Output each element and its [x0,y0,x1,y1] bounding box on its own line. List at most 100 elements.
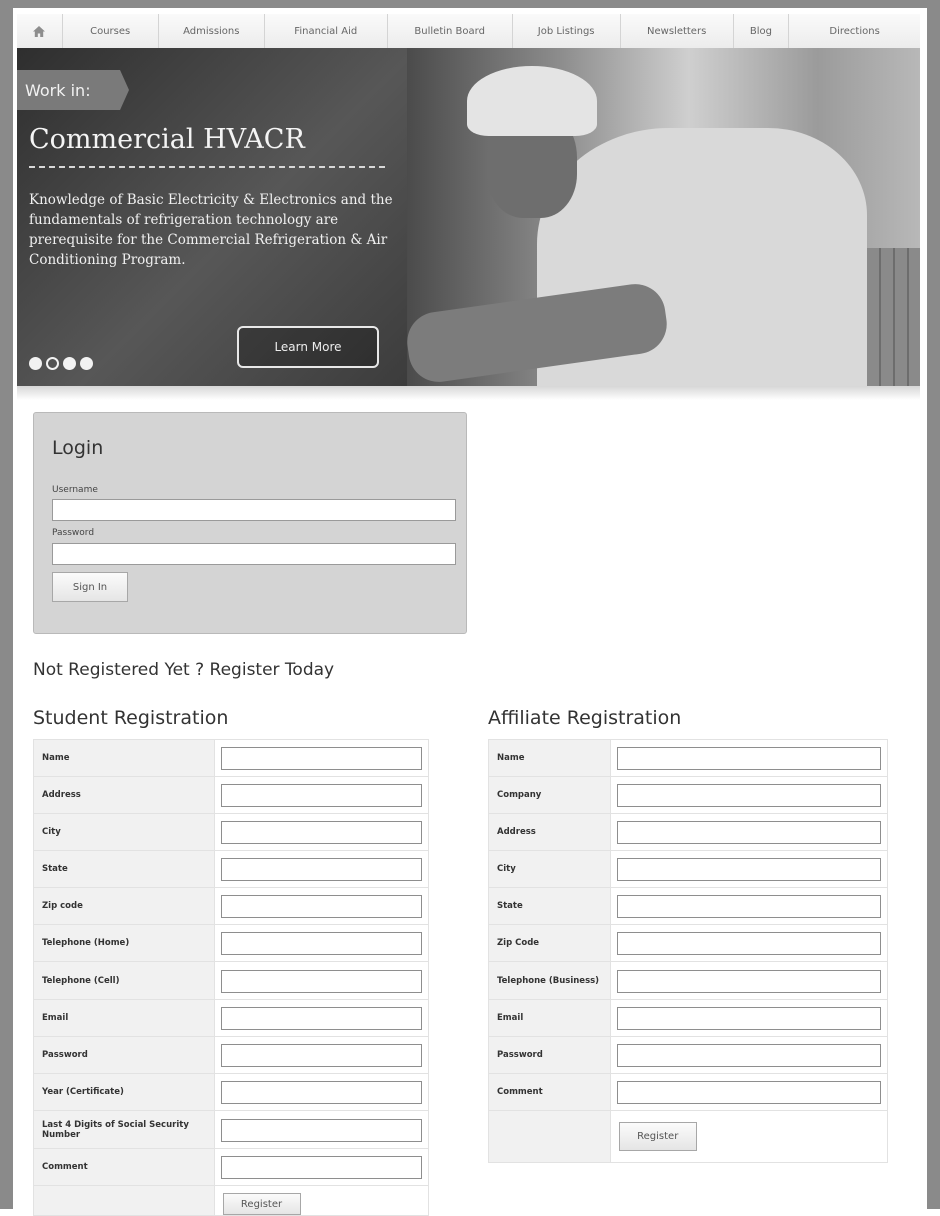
student-register-button[interactable]: Register [222,1193,301,1215]
form-row: Password [488,1036,889,1074]
field-label: Comment [488,1073,611,1111]
affiliate-state-input[interactable] [616,895,881,918]
field-label: City [488,850,611,888]
register-heading: Not Registered Yet ? Register Today [33,660,335,680]
affiliate-city-input[interactable] [616,858,881,881]
affiliate-company-input[interactable] [616,784,881,807]
password-label: Password [52,528,95,538]
form-row: Telephone (Business) [488,961,889,1000]
form-row: Name [33,739,430,777]
form-row: City [33,813,430,851]
slide-dot-1[interactable] [29,357,42,370]
student-comment-input[interactable] [220,1156,422,1179]
nav-item-financial-aid[interactable]: Financial Aid [265,14,388,48]
student-registration-title: Student Registration [33,707,229,729]
student-zip-input[interactable] [220,895,422,918]
form-row: Zip code [33,887,430,925]
student-address-input[interactable] [220,784,422,807]
nav-item-blog[interactable]: Blog [734,14,790,48]
affiliate-comment-input[interactable] [616,1081,881,1104]
field-label: Zip Code [488,924,611,962]
student-password-input[interactable] [220,1044,422,1067]
field-label: Name [488,739,611,777]
affiliate-address-input[interactable] [616,821,881,844]
affiliate-registration-title: Affiliate Registration [488,707,682,729]
affiliate-name-input[interactable] [616,747,881,770]
login-panel: Login Username Password Sign In [33,412,467,634]
nav-item-bulletin-board[interactable]: Bulletin Board [388,14,513,48]
student-city-input[interactable] [220,821,422,844]
form-row: State [488,887,889,925]
form-row: State [33,850,430,888]
student-phone-home-input[interactable] [220,932,422,955]
empty-cell [488,1110,611,1163]
form-row: City [488,850,889,888]
slide-dot-4[interactable] [80,357,93,370]
form-row: Telephone (Cell) [33,961,430,1000]
affiliate-password-input[interactable] [616,1044,881,1067]
form-row: Name [488,739,889,777]
username-input[interactable] [52,499,456,521]
affiliate-zip-input[interactable] [616,932,881,955]
hero-shadow [17,386,920,400]
affiliate-register-button[interactable]: Register [618,1122,697,1151]
field-label: Telephone (Home) [33,924,215,962]
nav-item-directions[interactable]: Directions [789,14,920,48]
slide-dot-3[interactable] [63,357,76,370]
student-year-input[interactable] [220,1081,422,1104]
form-row: Comment [33,1148,430,1186]
form-row: Address [33,776,430,814]
affiliate-registration-form: Name Company Address City State Zip Code… [488,739,889,1163]
field-label: Zip code [33,887,215,925]
nav-item-newsletters[interactable]: Newsletters [621,14,734,48]
affiliate-phone-input[interactable] [616,969,881,993]
username-label: Username [52,485,98,495]
field-label: Comment [33,1148,215,1186]
field-label: City [33,813,215,851]
field-label: Name [33,739,215,777]
slide-indicators [29,357,93,370]
form-row: Telephone (Home) [33,924,430,962]
hero-divider [29,166,385,168]
top-navigation: Courses Admissions Financial Aid Bulleti… [17,14,920,49]
field-label: Company [488,776,611,814]
form-row: Register [33,1185,430,1216]
student-registration-form: Name Address City State Zip code Telepho… [33,739,430,1216]
form-row: Company [488,776,889,814]
field-label: Email [488,999,611,1037]
student-phone-cell-input[interactable] [220,969,422,993]
login-title: Login [52,437,104,459]
form-row: Password [33,1036,430,1074]
student-state-input[interactable] [220,858,422,881]
field-label: Address [488,813,611,851]
field-label: Password [33,1036,215,1074]
student-name-input[interactable] [220,747,422,770]
nav-item-courses[interactable]: Courses [63,14,159,48]
password-input[interactable] [52,543,456,565]
sign-in-button[interactable]: Sign In [52,572,128,602]
student-email-input[interactable] [220,1007,422,1030]
form-row: Year (Certificate) [33,1073,430,1111]
affiliate-email-input[interactable] [616,1007,881,1030]
hero-title: Commercial HVACR [29,124,305,155]
learn-more-button[interactable]: Learn More [237,326,379,368]
form-row: Zip Code [488,924,889,962]
slide-dot-2[interactable] [46,357,59,370]
field-label: Telephone (Cell) [33,961,215,1000]
field-label: Address [33,776,215,814]
home-button[interactable] [17,14,63,48]
hero-description: Knowledge of Basic Electricity & Electro… [29,192,393,268]
form-row: Address [488,813,889,851]
hero-tag: Work in: [17,70,129,110]
home-icon [33,25,46,37]
nav-item-job-listings[interactable]: Job Listings [513,14,621,48]
field-label: Password [488,1036,611,1074]
field-label: State [488,887,611,925]
nav-item-admissions[interactable]: Admissions [159,14,265,48]
hero-hard-hat [467,66,597,136]
field-label: Email [33,999,215,1037]
form-row: Last 4 Digits of Social Security Number [33,1110,430,1149]
field-label: Year (Certificate) [33,1073,215,1111]
student-ssn-input[interactable] [220,1118,422,1142]
empty-cell [33,1185,215,1216]
